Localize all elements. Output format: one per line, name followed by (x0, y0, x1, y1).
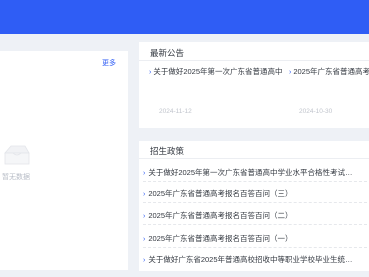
policy-separator (143, 202, 367, 204)
chevron-right-icon: › (143, 170, 146, 177)
news-item-label: 2025年广东省普通高考 (293, 67, 369, 76)
news-item[interactable]: › 2025年广东省普通高考 (289, 66, 369, 77)
policy-item[interactable]: › 关于做好广东省2025年普通高校招收中等职业学校毕业生统一考... (143, 254, 357, 265)
policy-separator (143, 181, 367, 183)
chevron-right-icon: › (143, 236, 146, 243)
empty-state-text: 暂无数据 (2, 174, 30, 181)
policy-item-label: 2025年广东省普通高考报名百答百问（一） (148, 234, 293, 243)
top-banner (0, 0, 369, 34)
policy-item-label: 2025年广东省普通高考报名百答百问（二） (148, 211, 293, 220)
policy-separator (143, 224, 367, 226)
chevron-right-icon: › (143, 191, 146, 198)
news-date: 2024-10-30 (299, 108, 333, 115)
policy-item[interactable]: › 关于做好2025年第一次广东省普通高中学业水平合格性考试报名... (143, 167, 357, 178)
news-divider (139, 60, 369, 61)
policy-divider (139, 158, 369, 159)
policy-separator (143, 247, 367, 249)
policy-item[interactable]: › 2025年广东省普通高考报名百答百问（三） (143, 188, 357, 199)
news-title: 最新公告 (150, 48, 185, 58)
policy-item-label: 关于做好2025年第一次广东省普通高中学业水平合格性考试报名... (148, 168, 357, 177)
policy-item[interactable]: › 2025年广东省普通高考报名百答百问（二） (143, 210, 357, 221)
chevron-right-icon: › (149, 69, 152, 76)
policy-item-label: 关于做好广东省2025年普通高校招收中等职业学校毕业生统一考... (148, 255, 357, 264)
policy-item-label: 2025年广东省普通高考报名百答百问（三） (148, 189, 293, 198)
policy-title: 招生政策 (150, 146, 185, 156)
news-date: 2024-11-12 (159, 108, 192, 115)
chevron-right-icon: › (143, 257, 146, 264)
chevron-right-icon: › (143, 213, 146, 220)
policy-item[interactable]: › 2025年广东省普通高考报名百答百问（一） (143, 233, 357, 244)
chevron-right-icon: › (289, 69, 292, 76)
news-item[interactable]: › 关于做好2025年第一次广东省普通高中 (149, 66, 289, 77)
latest-news-card: 最新公告 › 关于做好2025年第一次广东省普通高中 › 2025年广东省普通高考 … (139, 42, 369, 128)
more-link[interactable]: 更多 (102, 58, 116, 68)
empty-box-icon (4, 145, 30, 165)
admission-policy-card: 招生政策 › 关于做好2025年第一次广东省普通高中学业水平合格性考试报名... … (139, 141, 369, 271)
left-panel: 更多 暂无数据 (0, 51, 128, 270)
news-item-label: 关于做好2025年第一次广东省普通高中 (153, 67, 283, 76)
